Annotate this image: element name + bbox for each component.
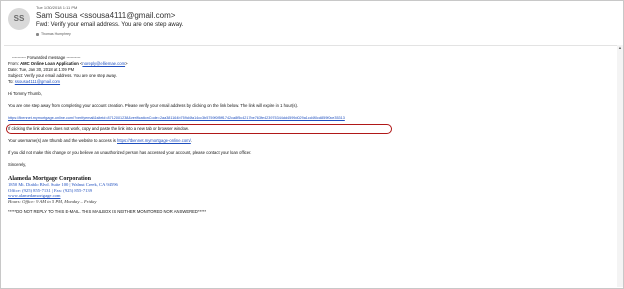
access-website-link[interactable]: https://tbennet.mymortgage-online.com/ (117, 138, 191, 143)
email-subject: Fwd: Verify your email address. You are … (36, 22, 184, 28)
forwarded-sender-email-link[interactable]: noreply@elliemae.com (82, 61, 125, 66)
sender-name[interactable]: Sam Sousa <ssousa4111@gmail.com> (36, 11, 175, 20)
forwarded-recipient-email-link[interactable]: ssousa4111@gmail.com (15, 79, 60, 84)
email-body: ---------- Forwarded message ---------- … (4, 45, 618, 287)
recipient-icon (36, 32, 39, 36)
recipient-name[interactable]: Thomas Humphrey (41, 32, 71, 36)
recipient-line: Thomas Humphrey (36, 32, 71, 36)
scroll-up-icon[interactable]: ▲ (618, 45, 623, 50)
forwarded-sender-name: AMC Online Loan Application (20, 61, 79, 66)
email-header: SS Tue 1/30/2018 1:11 PM Sam Sousa <ssou… (1, 1, 623, 45)
no-reply-notice: *****DO NOT REPLY TO THIS E-MAIL. THIS M… (8, 209, 207, 214)
sender-avatar[interactable]: SS (8, 8, 30, 30)
highlight-annotation (6, 124, 392, 134)
vertical-scrollbar[interactable]: ▲ (617, 45, 623, 287)
sent-date: Tue 1/30/2018 1:11 PM (36, 5, 78, 10)
email-window: SS Tue 1/30/2018 1:11 PM Sam Sousa <ssou… (0, 0, 624, 289)
